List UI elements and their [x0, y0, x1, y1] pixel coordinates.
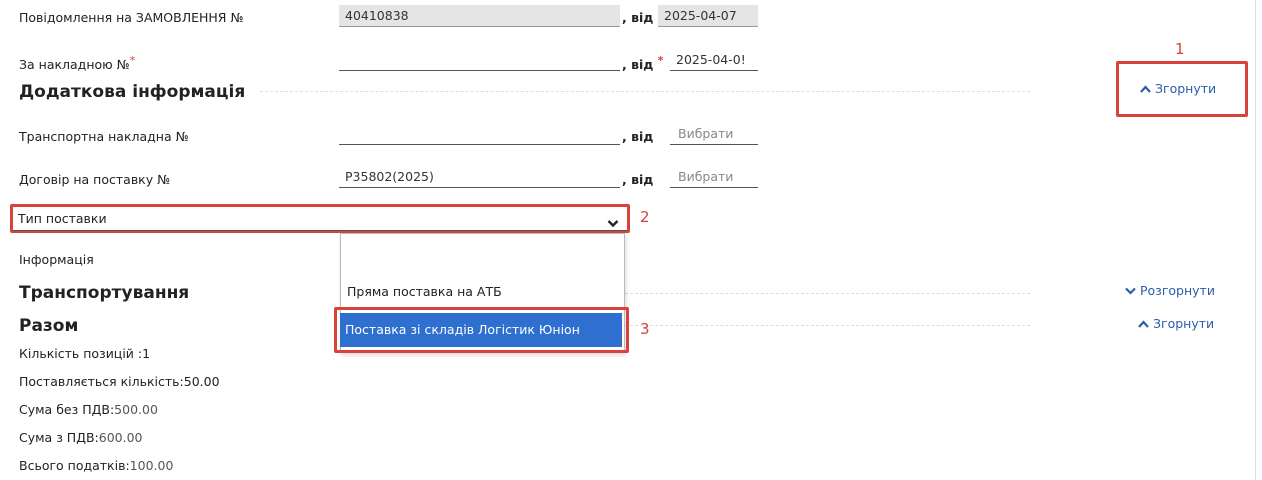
chevron-down-icon	[1125, 283, 1140, 298]
chevron-up-icon	[1140, 81, 1155, 96]
order-date-field: 2025-04-07	[658, 5, 758, 27]
totals-section-title: Разом	[19, 316, 79, 336]
chevron-up-icon	[1138, 316, 1153, 331]
transport-section-title: Транспортування	[19, 283, 190, 303]
dropdown-option-logistics[interactable]: Поставка зі складів Логістик Юніон	[340, 313, 622, 347]
transport-expand-link[interactable]: Розгорнути	[1125, 283, 1215, 298]
sum-vat: Сума з ПДВ:600.00	[19, 430, 143, 445]
divider	[260, 91, 1030, 92]
additional-info-title: Додаткова інформація	[19, 82, 246, 102]
positions-count: Кількість позицій :1	[19, 346, 151, 361]
order-number-field: 40410838	[339, 5, 620, 27]
divider	[620, 325, 1030, 326]
order-date-sep: , від	[622, 10, 654, 25]
taxes-total: Всього податків:100.00	[19, 458, 174, 473]
invoice-number-input[interactable]	[339, 49, 620, 71]
invoice-date-input[interactable]: 2025-04-0!	[670, 49, 758, 71]
invoice-label: За накладною №*	[19, 54, 136, 73]
additional-collapse-link[interactable]: Згорнути	[1140, 81, 1216, 96]
order-label: Повідомлення на ЗАМОВЛЕННЯ №	[19, 10, 244, 25]
delivery-type-label: Тип поставки	[18, 211, 107, 226]
totals-collapse-link[interactable]: Згорнути	[1138, 316, 1214, 331]
sum-no-vat: Сума без ПДВ:500.00	[19, 402, 158, 417]
transport-date-picker[interactable]: Вибрати	[670, 123, 758, 145]
contract-date-sep: , від	[622, 172, 654, 187]
panel-edge	[1255, 0, 1256, 480]
annotation-2: 2	[640, 208, 650, 226]
transport-date-sep: , від	[622, 129, 654, 144]
contract-date-picker[interactable]: Вибрати	[670, 166, 758, 188]
delivery-type-select[interactable]: Тип поставки	[13, 207, 627, 231]
transport-invoice-input[interactable]	[339, 123, 620, 145]
annotation-3: 3	[640, 320, 650, 338]
annotation-1: 1	[1175, 40, 1185, 58]
contract-label: Договір на поставку №	[19, 172, 171, 187]
divider	[620, 293, 1030, 294]
contract-number-input[interactable]: P35802(2025)	[339, 166, 620, 188]
info-label: Інформація	[19, 252, 94, 267]
transport-invoice-label: Транспортна накладна №	[19, 129, 189, 144]
invoice-date-sep: , від *	[622, 54, 664, 73]
required-mark: *	[129, 54, 136, 67]
chevron-down-icon	[607, 213, 619, 232]
dropdown-option-empty[interactable]	[341, 234, 624, 274]
quantity-total: Поставляється кількість:50.00	[19, 374, 220, 389]
dropdown-option-direct[interactable]: Пряма поставка на АТБ	[341, 274, 624, 308]
